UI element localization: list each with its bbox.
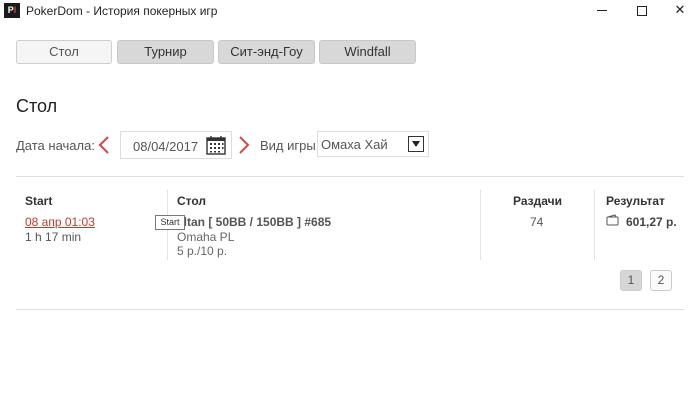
minimize-icon	[597, 10, 607, 12]
section-title: Стол	[16, 96, 58, 116]
dropdown-arrow-icon[interactable]	[408, 136, 424, 152]
header-result: Результат	[606, 194, 665, 208]
game-type-label: Вид игры:	[260, 138, 320, 153]
duration: 1 h 17 min	[25, 230, 82, 244]
table-name: altan [ 50BB / 150BB ] #685	[177, 215, 332, 229]
tab-windfall[interactable]: Windfall	[319, 40, 416, 64]
wallet-icon	[606, 214, 619, 226]
header-table: Стол	[177, 194, 207, 208]
header-start: Start	[25, 194, 53, 208]
pokerdom-logo-icon: PI	[4, 3, 20, 18]
page-button-2[interactable]: 2	[650, 270, 672, 291]
column-divider	[594, 190, 595, 260]
date-value: 08/04/2017	[133, 139, 199, 154]
date-picker[interactable]: 08/04/2017	[120, 131, 232, 159]
chevron-right-icon	[239, 136, 250, 154]
start-date-link[interactable]: 08 апр 01:03	[25, 215, 95, 229]
hands-count: 74	[530, 215, 544, 229]
maximize-button[interactable]	[626, 0, 658, 22]
divider-top	[16, 176, 684, 177]
game-type-value: Омаха Хай	[321, 137, 388, 152]
window-title: PokerDom - История покерных игр	[26, 4, 218, 18]
game-type-select[interactable]: Омаха Хай	[317, 131, 429, 157]
tab-tournament[interactable]: Турнир	[117, 40, 214, 64]
column-divider	[480, 190, 481, 260]
result-value: 601,27 р.	[626, 215, 677, 229]
tab-sit-and-go[interactable]: Сит-энд-Гоу	[218, 40, 315, 64]
close-icon: ✕	[674, 2, 686, 17]
chevron-left-icon	[98, 136, 109, 154]
page-button-1[interactable]: 1	[620, 270, 642, 291]
close-button[interactable]: ✕	[664, 0, 696, 22]
maximize-icon	[637, 5, 647, 16]
date-label: Дата начала:	[16, 138, 95, 153]
stakes: 5 р./10 р.	[177, 244, 228, 258]
calendar-icon[interactable]	[206, 135, 226, 155]
next-date-button[interactable]	[237, 134, 251, 156]
divider-bottom	[16, 309, 684, 310]
title-bar: PI PokerDom - История покерных игр ✕	[0, 0, 700, 22]
minimize-button[interactable]	[586, 0, 618, 22]
tooltip: Start	[155, 215, 185, 230]
game-name: Omaha PL	[177, 230, 235, 244]
previous-date-button[interactable]	[97, 134, 111, 156]
header-hands: Раздачи	[513, 194, 562, 208]
tab-table[interactable]: Стол	[16, 40, 112, 64]
